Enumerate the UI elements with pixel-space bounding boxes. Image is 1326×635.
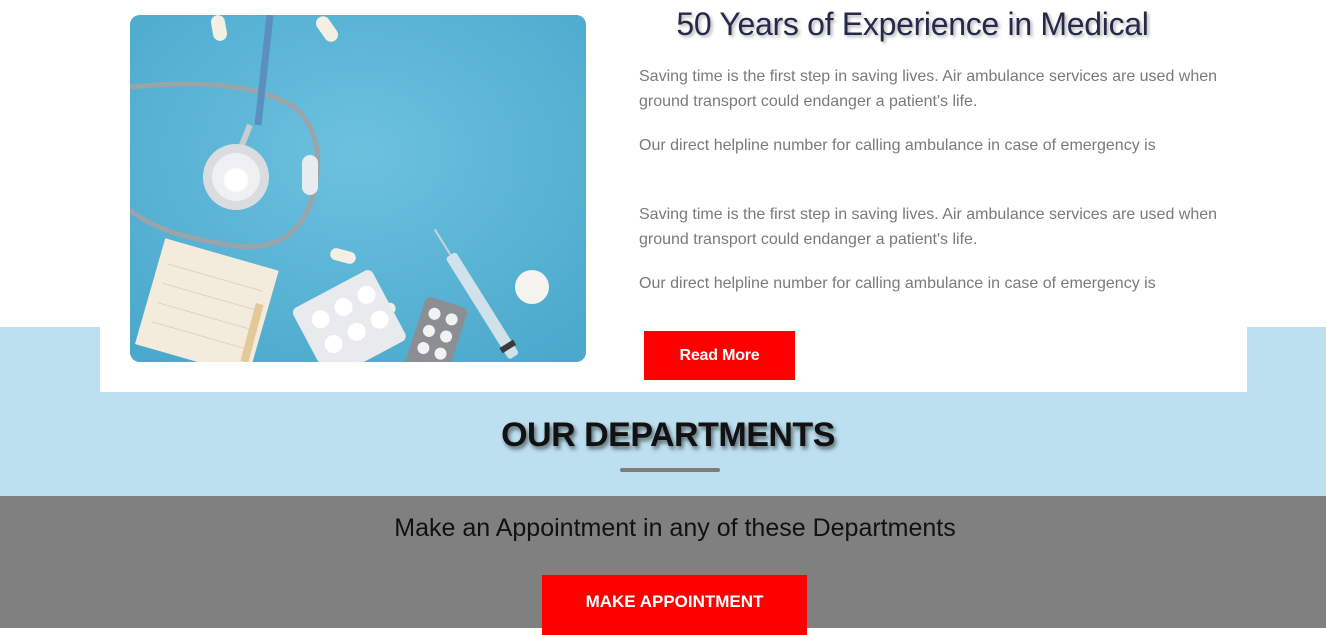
title-underline-divider: [620, 468, 720, 472]
about-paragraph: Our direct helpline number for calling a…: [639, 275, 1156, 292]
medical-photo: [130, 15, 586, 362]
read-more-button[interactable]: Read More: [644, 331, 795, 380]
about-paragraph: Our direct helpline number for calling a…: [639, 137, 1156, 154]
about-paragraph: Saving time is the first step in saving …: [639, 206, 1218, 248]
about-heading: 50 Years of Experience in Medical: [676, 6, 1149, 42]
about-paragraph: Saving time is the first step in saving …: [639, 68, 1218, 110]
make-appointment-button[interactable]: MAKE APPOINTMENT: [542, 575, 807, 635]
appointment-text: Make an Appointment in any of these Depa…: [394, 514, 956, 542]
departments-title: OUR DEPARTMENTS: [501, 416, 835, 454]
